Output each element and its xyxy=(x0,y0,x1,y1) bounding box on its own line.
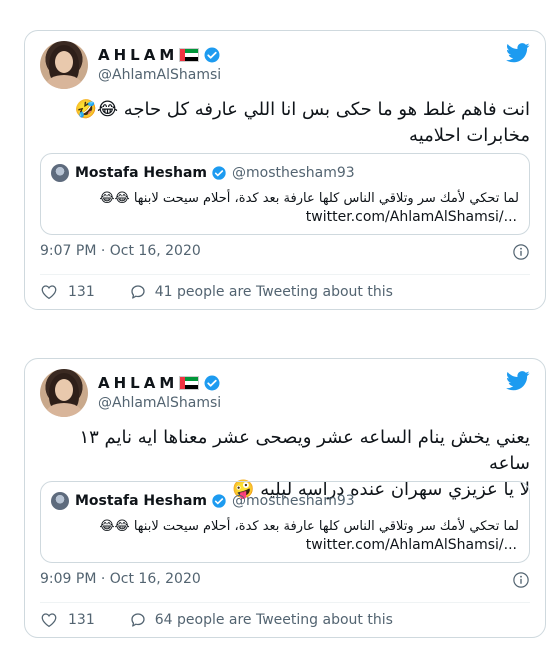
tweeting-about-link[interactable]: 41 people are Tweeting about this xyxy=(155,284,393,300)
quoted-tweet-link[interactable]: twitter.com/AhlamAlShamsi/... xyxy=(306,537,517,553)
info-icon[interactable] xyxy=(512,243,530,261)
quoted-author-avatar xyxy=(51,164,69,182)
quoted-author-handle: @mosthesham93 xyxy=(231,165,355,181)
quoted-author-name: Mostafa Hesham xyxy=(75,165,207,181)
tweet-text-line: مخابرات احلاميه xyxy=(409,125,530,146)
info-icon[interactable] xyxy=(512,571,530,589)
verified-badge-icon xyxy=(204,47,220,63)
author-display-name[interactable]: AHLAM xyxy=(98,374,178,392)
twitter-bird-icon[interactable] xyxy=(506,371,530,391)
divider xyxy=(40,602,530,603)
reply-bubble-icon[interactable] xyxy=(129,611,147,629)
author-display-name[interactable]: AHLAM xyxy=(98,46,178,64)
divider xyxy=(40,274,530,275)
tweet-actions: 131 64 people are Tweeting about this xyxy=(40,610,393,630)
tweet-text-line: يعني يخش ينام الساعه عشر ويصحى عشر معناه… xyxy=(79,427,530,474)
quoted-author-handle: @mosthesham93 xyxy=(231,493,355,509)
like-count[interactable]: 131 xyxy=(68,612,95,628)
tweet-card[interactable]: AHLAM @AhlamAlShamsi انت فاهم غلط هو ما … xyxy=(24,30,546,310)
author-name-row[interactable]: AHLAM xyxy=(98,373,221,393)
author-avatar[interactable] xyxy=(40,369,88,417)
quoted-tweet-link[interactable]: twitter.com/AhlamAlShamsi/... xyxy=(306,209,517,225)
quoted-author-avatar xyxy=(51,492,69,510)
quoted-author-name: Mostafa Hesham xyxy=(75,493,207,509)
quoted-tweet-header: Mostafa Hesham @mosthesham93 xyxy=(51,492,355,510)
reply-bubble-icon[interactable] xyxy=(129,283,147,301)
tweet-header: AHLAM @AhlamAlShamsi xyxy=(40,41,530,91)
tweeting-about-link[interactable]: 64 people are Tweeting about this xyxy=(155,612,393,628)
quoted-tweet-text: لما تحكي لأمك سر وتلاقي الناس كلها عارفة… xyxy=(99,191,519,206)
twitter-bird-icon[interactable] xyxy=(506,43,530,63)
uae-flag-icon xyxy=(179,376,200,390)
quoted-tweet-header: Mostafa Hesham @mosthesham93 xyxy=(51,164,355,182)
tweet-timestamp[interactable]: 9:07 PM · Oct 16, 2020 xyxy=(40,243,201,259)
tweet-actions: 131 41 people are Tweeting about this xyxy=(40,282,393,302)
tweet-card[interactable]: AHLAM @AhlamAlShamsi يعني يخش ينام الساع… xyxy=(24,358,546,638)
author-name-row[interactable]: AHLAM xyxy=(98,45,221,65)
heart-icon[interactable] xyxy=(40,611,58,629)
verified-badge-icon xyxy=(212,494,226,508)
tweet-text-line: انت فاهم غلط هو ما حكى بس انا اللي عارفه… xyxy=(74,99,530,120)
like-count[interactable]: 131 xyxy=(68,284,95,300)
uae-flag-icon xyxy=(179,48,200,62)
tweet-text: انت فاهم غلط هو ما حكى بس انا اللي عارفه… xyxy=(40,97,530,149)
tweet-header: AHLAM @AhlamAlShamsi xyxy=(40,369,530,419)
heart-icon[interactable] xyxy=(40,283,58,301)
verified-badge-icon xyxy=(204,375,220,391)
author-handle[interactable]: @AhlamAlShamsi xyxy=(98,67,221,83)
tweet-timestamp[interactable]: 9:09 PM · Oct 16, 2020 xyxy=(40,571,201,587)
quoted-tweet[interactable]: Mostafa Hesham @mosthesham93 لما تحكي لأ… xyxy=(40,153,530,235)
quoted-tweet-text: لما تحكي لأمك سر وتلاقي الناس كلها عارفة… xyxy=(99,519,519,534)
author-avatar[interactable] xyxy=(40,41,88,89)
quoted-tweet[interactable]: Mostafa Hesham @mosthesham93 لما تحكي لأ… xyxy=(40,481,530,563)
author-handle[interactable]: @AhlamAlShamsi xyxy=(98,395,221,411)
verified-badge-icon xyxy=(212,166,226,180)
